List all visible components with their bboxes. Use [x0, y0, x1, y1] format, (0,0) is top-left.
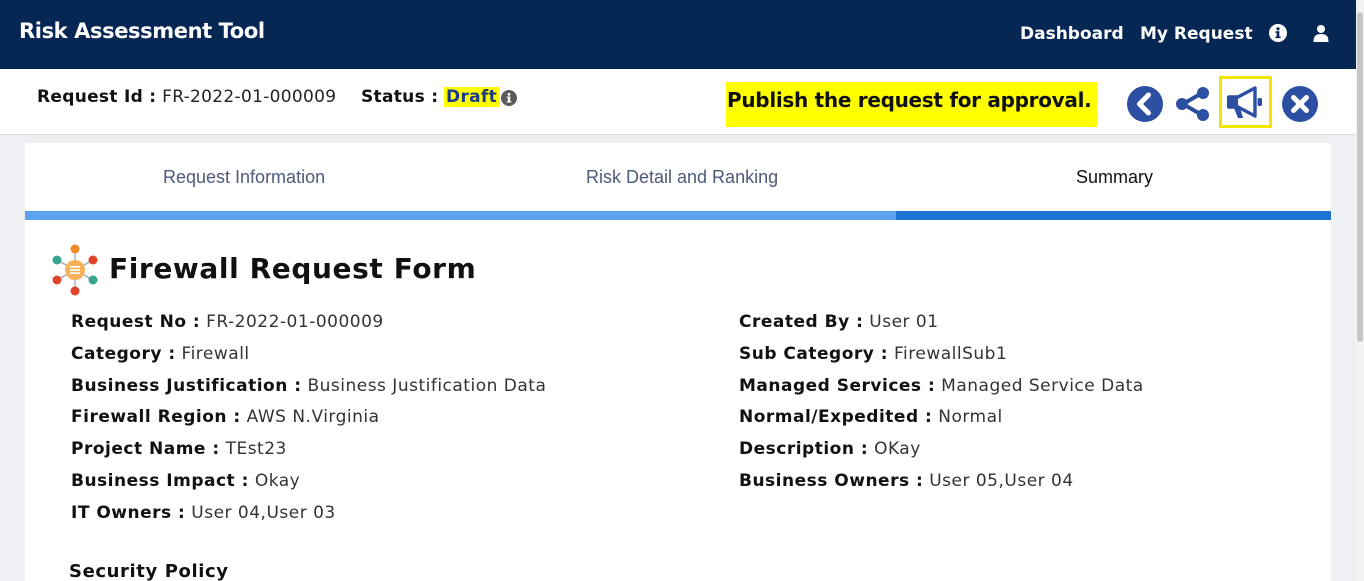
field-value: Firewall: [181, 344, 250, 364]
back-icon[interactable]: [1127, 86, 1163, 122]
status-badge: Draft: [444, 87, 500, 107]
field-value: Business Justification Data: [307, 376, 547, 396]
field-business-justification: Business Justification : Business Justif…: [71, 376, 546, 396]
field-it-owners: IT Owners : User 04,User 03: [71, 503, 336, 523]
field-request-no: Request No : FR-2022-01-000009: [71, 312, 384, 332]
section-title-security-policy: Security Policy: [69, 561, 229, 581]
tab-progress-active: [896, 211, 1331, 220]
status-info-icon[interactable]: [501, 90, 517, 106]
field-value: OKay: [874, 439, 921, 459]
field-project-name: Project Name : TEst23: [71, 439, 287, 459]
tab-summary[interactable]: Summary: [1076, 167, 1153, 188]
field-label: Firewall Region :: [71, 407, 241, 427]
share-icon[interactable]: [1174, 86, 1212, 122]
tab-risk-detail-ranking[interactable]: Risk Detail and Ranking: [586, 167, 778, 188]
field-label: Request No :: [71, 312, 201, 332]
field-value: TEst23: [225, 439, 287, 459]
field-value: Managed Service Data: [941, 376, 1144, 396]
field-value: Normal: [938, 407, 1003, 427]
app-title: Risk Assessment Tool: [19, 19, 265, 43]
scrollbar-thumb[interactable]: [1357, 12, 1363, 342]
field-label: Project Name :: [71, 439, 220, 459]
field-label: IT Owners :: [71, 503, 186, 523]
field-label: Created By :: [739, 312, 864, 332]
megaphone-icon[interactable]: [1225, 84, 1265, 120]
tab-request-information[interactable]: Request Information: [163, 167, 325, 188]
field-business-impact: Business Impact : Okay: [71, 471, 300, 491]
user-icon[interactable]: [1312, 24, 1330, 42]
field-description: Description : OKay: [739, 439, 921, 459]
field-label: Business Impact :: [71, 471, 249, 491]
network-hub-icon: [52, 244, 98, 296]
field-value: FR-2022-01-000009: [206, 312, 384, 332]
field-value: User 04,User 03: [191, 503, 336, 523]
info-icon[interactable]: [1269, 24, 1287, 42]
field-value: FirewallSub1: [893, 344, 1008, 364]
request-id: Request Id : FR-2022-01-000009: [37, 87, 336, 107]
field-managed-services: Managed Services : Managed Service Data: [739, 376, 1144, 396]
status-label: Status :: [361, 87, 439, 107]
field-category: Category : Firewall: [71, 344, 250, 364]
field-label: Category :: [71, 344, 176, 364]
request-id-label: Request Id :: [37, 87, 157, 107]
field-business-owners: Business Owners : User 05,User 04: [739, 471, 1074, 491]
publish-tooltip: Publish the request for approval.: [726, 82, 1097, 127]
field-firewall-region: Firewall Region : AWS N.Virginia: [71, 407, 380, 427]
field-value: User 05,User 04: [929, 471, 1074, 491]
tab-progress-completed: [25, 211, 896, 220]
nav-dashboard-link[interactable]: Dashboard: [1020, 24, 1124, 44]
nav-my-request-link[interactable]: My Request: [1140, 24, 1253, 44]
field-label: Business Owners :: [739, 471, 924, 491]
request-status: Status : Draft: [361, 87, 500, 107]
field-value: User 01: [869, 312, 939, 332]
field-label: Business Justification :: [71, 376, 302, 396]
request-id-value: FR-2022-01-000009: [162, 87, 337, 107]
form-title: Firewall Request Form: [109, 252, 477, 285]
field-value: AWS N.Virginia: [246, 407, 380, 427]
field-value: Okay: [254, 471, 301, 491]
field-label: Sub Category :: [739, 344, 889, 364]
field-label: Normal/Expedited :: [739, 407, 933, 427]
field-sub-category: Sub Category : FirewallSub1: [739, 344, 1007, 364]
field-created-by: Created By : User 01: [739, 312, 939, 332]
field-normal-expedited: Normal/Expedited : Normal: [739, 407, 1003, 427]
field-label: Description :: [739, 439, 869, 459]
field-label: Managed Services :: [739, 376, 936, 396]
close-icon[interactable]: [1282, 86, 1318, 122]
